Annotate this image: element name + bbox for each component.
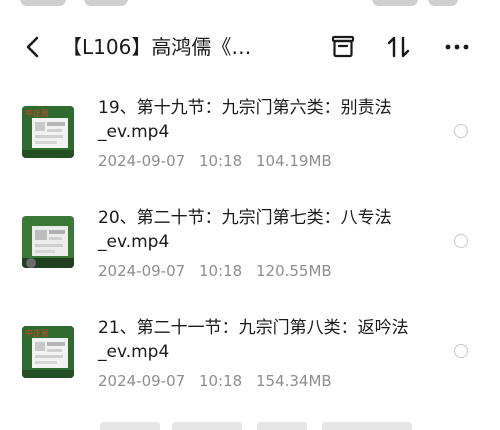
file-size: 104.19MB (255, 152, 332, 170)
status-bar (0, 0, 500, 12)
file-date: 2024-09-07 (98, 262, 186, 280)
archive-icon[interactable] (328, 32, 358, 62)
video-thumbnail (22, 216, 74, 268)
file-name: 19、第十九节：九宗门第六类：别责法_ev.mp4 (98, 98, 392, 142)
select-radio[interactable] (454, 234, 468, 248)
top-bar: 【L106】高鸿儒《… (0, 22, 500, 74)
more-icon[interactable] (442, 32, 472, 62)
chevron-left-icon[interactable] (22, 34, 44, 60)
file-date: 2024-09-07 (98, 152, 186, 170)
file-size: 120.55MB (255, 262, 332, 280)
file-time: 10:18 (198, 152, 243, 170)
list-item[interactable]: 中正易 19、第十九节：九宗门第六类：别责法_ev.mp4 2024-09-07… (0, 86, 500, 186)
svg-text:中正易: 中正易 (25, 328, 49, 338)
file-meta: 2024-09-07 10:18 154.34MB (98, 371, 338, 391)
select-radio[interactable] (454, 344, 468, 358)
list-item[interactable]: 中正易 21、第二十一节：九宗门第八类：返吟法_ev.mp4 2024-09-0… (0, 306, 500, 406)
video-thumbnail: 中正易 (22, 106, 74, 158)
file-name: 20、第二十节：九宗门第七类：八专法_ev.mp4 (98, 208, 392, 252)
select-radio[interactable] (454, 124, 468, 138)
file-meta: 2024-09-07 10:18 104.19MB (98, 151, 338, 171)
file-date: 2024-09-07 (98, 372, 186, 390)
page-title: 【L106】高鸿儒《… (62, 35, 252, 59)
sort-icon[interactable] (384, 32, 414, 62)
svg-text:中正易: 中正易 (25, 108, 49, 118)
file-time: 10:18 (198, 372, 243, 390)
video-thumbnail: 中正易 (22, 326, 74, 378)
file-name: 21、第二十一节：九宗门第八类：返吟法_ev.mp4 (98, 318, 409, 362)
file-time: 10:18 (198, 262, 243, 280)
file-meta: 2024-09-07 10:18 120.55MB (98, 261, 338, 281)
list-item[interactable]: 20、第二十节：九宗门第七类：八专法_ev.mp4 2024-09-07 10:… (0, 196, 500, 296)
file-size: 154.34MB (255, 372, 332, 390)
next-item-peek (22, 412, 482, 430)
